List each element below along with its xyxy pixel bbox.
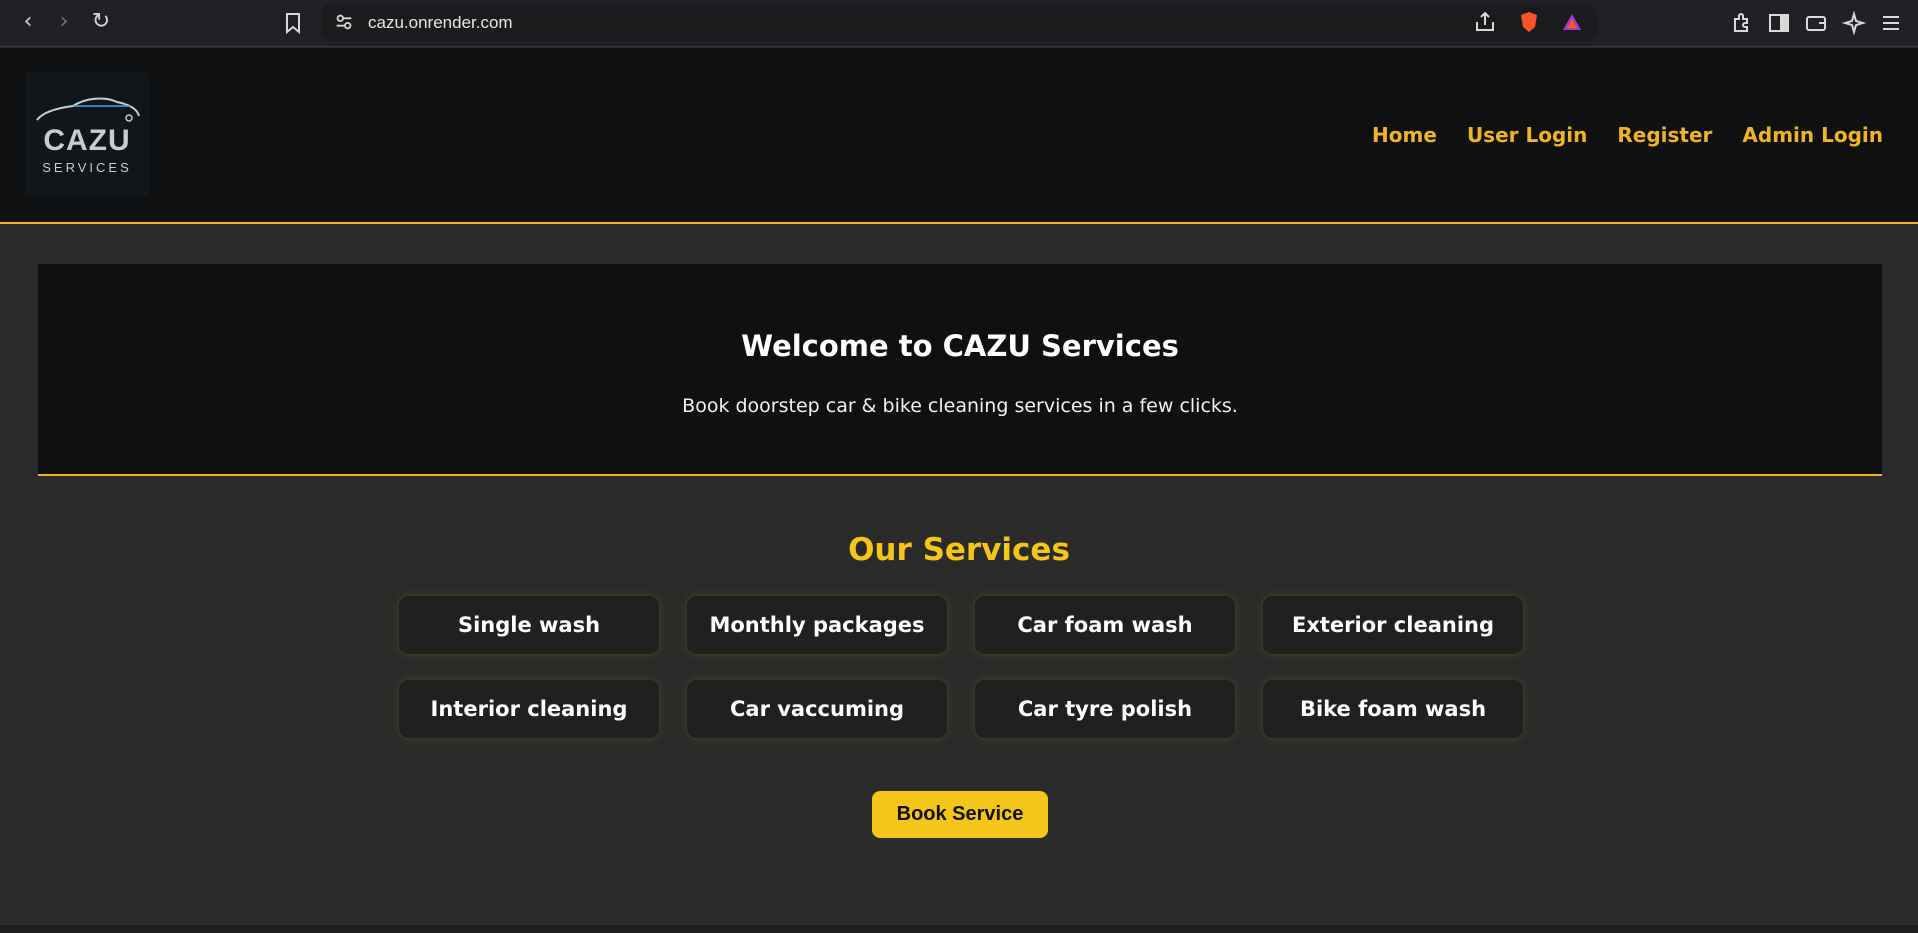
- menu-icon[interactable]: [1879, 11, 1903, 35]
- services-grid: Single wash Monthly packages Car foam wa…: [398, 595, 1524, 739]
- url-text: cazu.onrender.com: [368, 13, 513, 32]
- sidebar-icon[interactable]: [1767, 11, 1791, 35]
- car-silhouette-icon: [36, 97, 140, 122]
- logo-tagline: SERVICES: [42, 160, 132, 175]
- page-footer-edge: [0, 925, 1918, 933]
- logo-brand: CAZU: [43, 124, 131, 157]
- reload-icon[interactable]: ↻: [89, 10, 113, 34]
- service-card[interactable]: Exterior cleaning: [1262, 595, 1524, 655]
- hero-banner: Welcome to CAZU Services Book doorstep c…: [38, 264, 1882, 476]
- nav-admin-login[interactable]: Admin Login: [1742, 123, 1883, 147]
- book-service-button[interactable]: Book Service: [872, 791, 1048, 838]
- main-nav: Home User Login Register Admin Login: [1372, 123, 1883, 147]
- nav-user-login[interactable]: User Login: [1467, 123, 1587, 147]
- service-card[interactable]: Monthly packages: [686, 595, 948, 655]
- nav-register[interactable]: Register: [1617, 123, 1712, 147]
- hero-subtitle: Book doorstep car & bike cleaning servic…: [682, 395, 1238, 417]
- site-settings-icon[interactable]: [333, 11, 355, 33]
- service-card[interactable]: Car vaccuming: [686, 679, 948, 739]
- service-card[interactable]: Car foam wash: [974, 595, 1236, 655]
- share-icon[interactable]: [1473, 10, 1497, 34]
- back-icon[interactable]: ‹: [16, 10, 40, 34]
- logo[interactable]: CAZU SERVICES: [25, 72, 149, 196]
- forward-icon[interactable]: ›: [52, 10, 76, 34]
- browser-toolbar: ‹ › ↻ cazu.onrender.com: [0, 0, 1918, 47]
- service-card[interactable]: Interior cleaning: [398, 679, 660, 739]
- rewards-icon[interactable]: [1560, 10, 1584, 34]
- nav-home[interactable]: Home: [1372, 123, 1437, 147]
- hero-title: Welcome to CAZU Services: [741, 329, 1179, 363]
- wallet-icon[interactable]: [1804, 11, 1828, 35]
- service-card[interactable]: Car tyre polish: [974, 679, 1236, 739]
- leo-ai-icon[interactable]: [1842, 11, 1866, 35]
- site-header: CAZU SERVICES Home User Login Register A…: [0, 48, 1918, 224]
- brave-shield-icon[interactable]: [1517, 10, 1541, 34]
- address-bar[interactable]: cazu.onrender.com: [321, 4, 1597, 41]
- bookmark-icon[interactable]: [281, 11, 305, 35]
- service-card[interactable]: Single wash: [398, 595, 660, 655]
- services-title: Our Services: [848, 532, 1070, 568]
- service-card[interactable]: Bike foam wash: [1262, 679, 1524, 739]
- extensions-icon[interactable]: [1730, 11, 1754, 35]
